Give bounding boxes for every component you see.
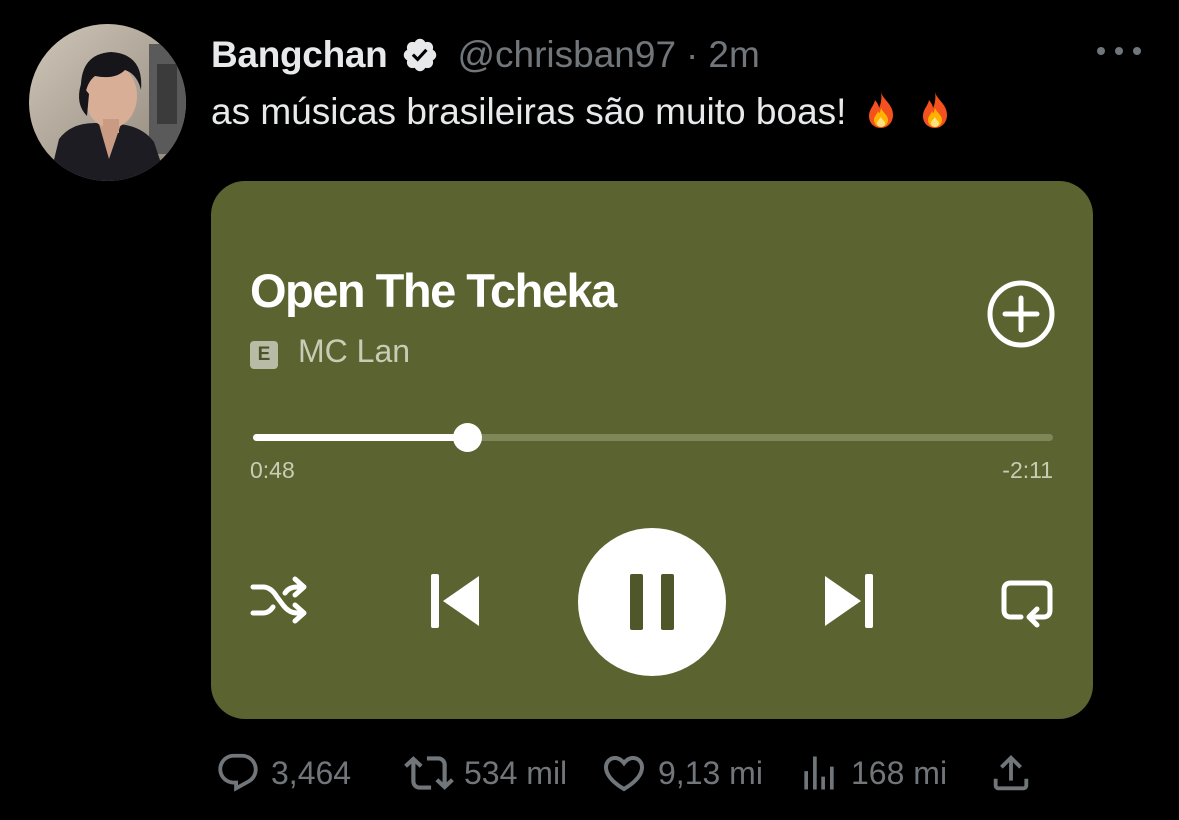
pause-icon — [630, 574, 674, 630]
share-icon — [993, 754, 1029, 791]
reply-icon — [218, 753, 258, 792]
reply-button[interactable]: 3,464 — [215, 748, 351, 798]
reply-count: 3,464 — [271, 754, 352, 791]
elapsed-time: 0:48 — [250, 457, 295, 483]
avatar-photo — [29, 24, 186, 181]
retweet-count: 534 mil — [464, 754, 568, 791]
fire-icon — [915, 90, 955, 130]
timestamp[interactable]: 2m — [708, 34, 759, 76]
dot — [1133, 47, 1141, 55]
explicit-badge: E — [250, 341, 278, 369]
views-icon — [804, 756, 834, 790]
music-player-card[interactable]: Open The Tcheka E MC Lan 0:48 -2:11 — [211, 181, 1093, 719]
tweet: Bangchan @chrisban97 · 2m as músicas bra… — [0, 0, 1179, 820]
retweet-button[interactable]: 534 mil — [404, 748, 567, 798]
avatar[interactable] — [29, 24, 186, 181]
progress-handle[interactable] — [453, 423, 483, 452]
retweet-icon — [404, 756, 454, 790]
verified-badge-icon — [401, 36, 439, 74]
dot — [1097, 47, 1105, 55]
progress-bar[interactable] — [253, 423, 1053, 452]
handle[interactable]: @chrisban97 — [457, 34, 676, 76]
tweet-header: Bangchan @chrisban97 · 2m — [211, 30, 760, 80]
tweet-text: as músicas brasileiras são muito boas! — [211, 90, 955, 133]
pause-button[interactable] — [578, 528, 726, 676]
skip-next-icon[interactable] — [821, 572, 877, 630]
song-title[interactable]: Open The Tcheka — [250, 263, 617, 318]
share-button[interactable] — [988, 748, 1034, 798]
display-name[interactable]: Bangchan — [211, 34, 388, 76]
like-button[interactable]: 9,13 mi — [600, 748, 763, 798]
tweet-actions: 3,464 534 mil 9,13 mi 168 mi — [0, 748, 1179, 798]
fire-icon — [861, 90, 901, 130]
add-circle-icon[interactable] — [987, 280, 1055, 348]
like-count: 9,13 mi — [658, 754, 763, 791]
progress-fill — [253, 434, 468, 441]
skip-previous-icon[interactable] — [427, 572, 483, 630]
artist-name[interactable]: MC Lan — [298, 333, 410, 370]
views-button[interactable]: 168 mi — [797, 748, 947, 798]
dot — [1115, 47, 1123, 55]
views-count: 168 mi — [851, 754, 948, 791]
remaining-time: -2:11 — [1002, 457, 1053, 483]
repeat-icon[interactable] — [999, 576, 1055, 628]
like-icon — [603, 756, 645, 792]
more-options-icon[interactable] — [1097, 36, 1141, 66]
separator-dot: · — [686, 34, 699, 75]
shuffle-icon[interactable] — [249, 575, 309, 625]
tweet-text-content: as músicas brasileiras são muito boas! — [211, 91, 847, 132]
